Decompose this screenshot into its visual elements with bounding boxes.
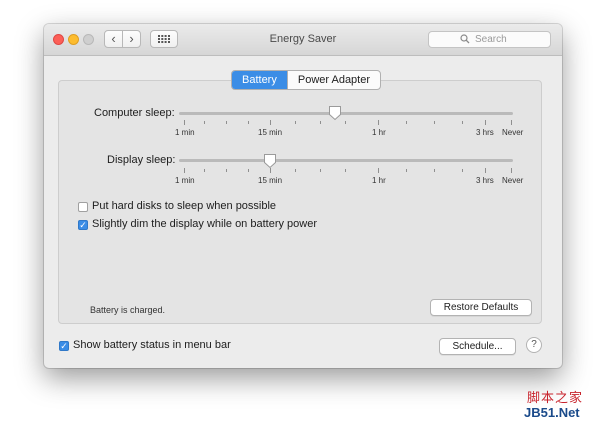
computer-sleep-tick xyxy=(184,120,185,125)
display-sleep-tick xyxy=(270,168,271,173)
scale-label: 15 min xyxy=(258,176,283,185)
dim-display-checkbox[interactable]: ✓ xyxy=(78,220,88,230)
tab-power-adapter[interactable]: Power Adapter xyxy=(286,71,380,89)
dim-display-label[interactable]: Slightly dim the display while on batter… xyxy=(92,218,317,230)
display-sleep-knob[interactable] xyxy=(263,153,277,169)
computer-sleep-tick xyxy=(248,121,249,124)
computer-sleep-tick xyxy=(270,120,271,125)
scale-label: 1 min xyxy=(175,176,195,185)
title-bar: ‹ › Energy Saver Search xyxy=(44,24,562,56)
scale-label: 3 hrs xyxy=(476,176,494,185)
computer-sleep-track[interactable] xyxy=(179,112,513,115)
scale-label: 1 hr xyxy=(372,128,386,137)
search-field[interactable]: Search xyxy=(428,31,551,48)
computer-sleep-label: Computer sleep: xyxy=(94,107,175,119)
energy-saver-window: ‹ › Energy Saver Search Battery Power Ad… xyxy=(44,24,562,368)
magnifier-icon xyxy=(460,34,470,44)
search-placeholder: Search xyxy=(475,34,507,45)
computer-sleep-tick xyxy=(345,121,346,124)
display-sleep-tick xyxy=(434,169,435,172)
scale-label: 1 hr xyxy=(372,176,386,185)
checkmark-icon: ✓ xyxy=(79,220,87,230)
computer-sleep-knob[interactable] xyxy=(328,105,342,121)
schedule-button[interactable]: Schedule... xyxy=(439,338,516,355)
display-sleep-tick xyxy=(485,168,486,173)
display-sleep-tick xyxy=(226,169,227,172)
battery-status-text: Battery is charged. xyxy=(90,305,166,315)
display-sleep-tick xyxy=(462,169,463,172)
computer-sleep-tick xyxy=(295,121,296,124)
scale-label: Never xyxy=(502,176,524,185)
scale-label: 3 hrs xyxy=(476,128,494,137)
display-sleep-tick xyxy=(295,169,296,172)
computer-sleep-tick xyxy=(406,121,407,124)
display-sleep-label: Display sleep: xyxy=(107,154,176,166)
checkmark-icon: ✓ xyxy=(60,341,68,351)
computer-sleep-tick xyxy=(320,121,321,124)
scale-label: 15 min xyxy=(258,128,283,137)
power-source-tabs: Battery Power Adapter xyxy=(231,70,382,90)
hard-disk-sleep-label[interactable]: Put hard disks to sleep when possible xyxy=(92,200,276,212)
computer-sleep-tick xyxy=(485,120,486,125)
computer-sleep-tick xyxy=(434,121,435,124)
restore-defaults-button[interactable]: Restore Defaults xyxy=(430,299,532,316)
show-battery-status-label[interactable]: Show battery status in menu bar xyxy=(73,339,231,351)
display-sleep-track[interactable] xyxy=(179,159,513,162)
hard-disk-sleep-checkbox[interactable] xyxy=(78,202,88,212)
help-button[interactable]: ? xyxy=(526,337,542,353)
watermark-text: JB51.Net xyxy=(524,405,580,420)
display-sleep-tick xyxy=(204,169,205,172)
display-sleep-tick xyxy=(320,169,321,172)
watermark-text: 脚本之家 xyxy=(527,390,584,405)
scale-label: 1 min xyxy=(175,128,195,137)
computer-sleep-tick xyxy=(511,120,512,125)
scale-label: Never xyxy=(502,128,524,137)
display-sleep-tick xyxy=(406,169,407,172)
computer-sleep-tick xyxy=(462,121,463,124)
display-sleep-tick xyxy=(345,169,346,172)
computer-sleep-tick xyxy=(378,120,379,125)
display-sleep-tick xyxy=(248,169,249,172)
computer-sleep-tick xyxy=(226,121,227,124)
display-sleep-tick xyxy=(184,168,185,173)
tab-battery[interactable]: Battery xyxy=(232,71,287,89)
display-sleep-tick xyxy=(511,168,512,173)
show-battery-status-checkbox[interactable]: ✓ xyxy=(59,341,69,351)
computer-sleep-tick xyxy=(204,121,205,124)
display-sleep-tick xyxy=(378,168,379,173)
